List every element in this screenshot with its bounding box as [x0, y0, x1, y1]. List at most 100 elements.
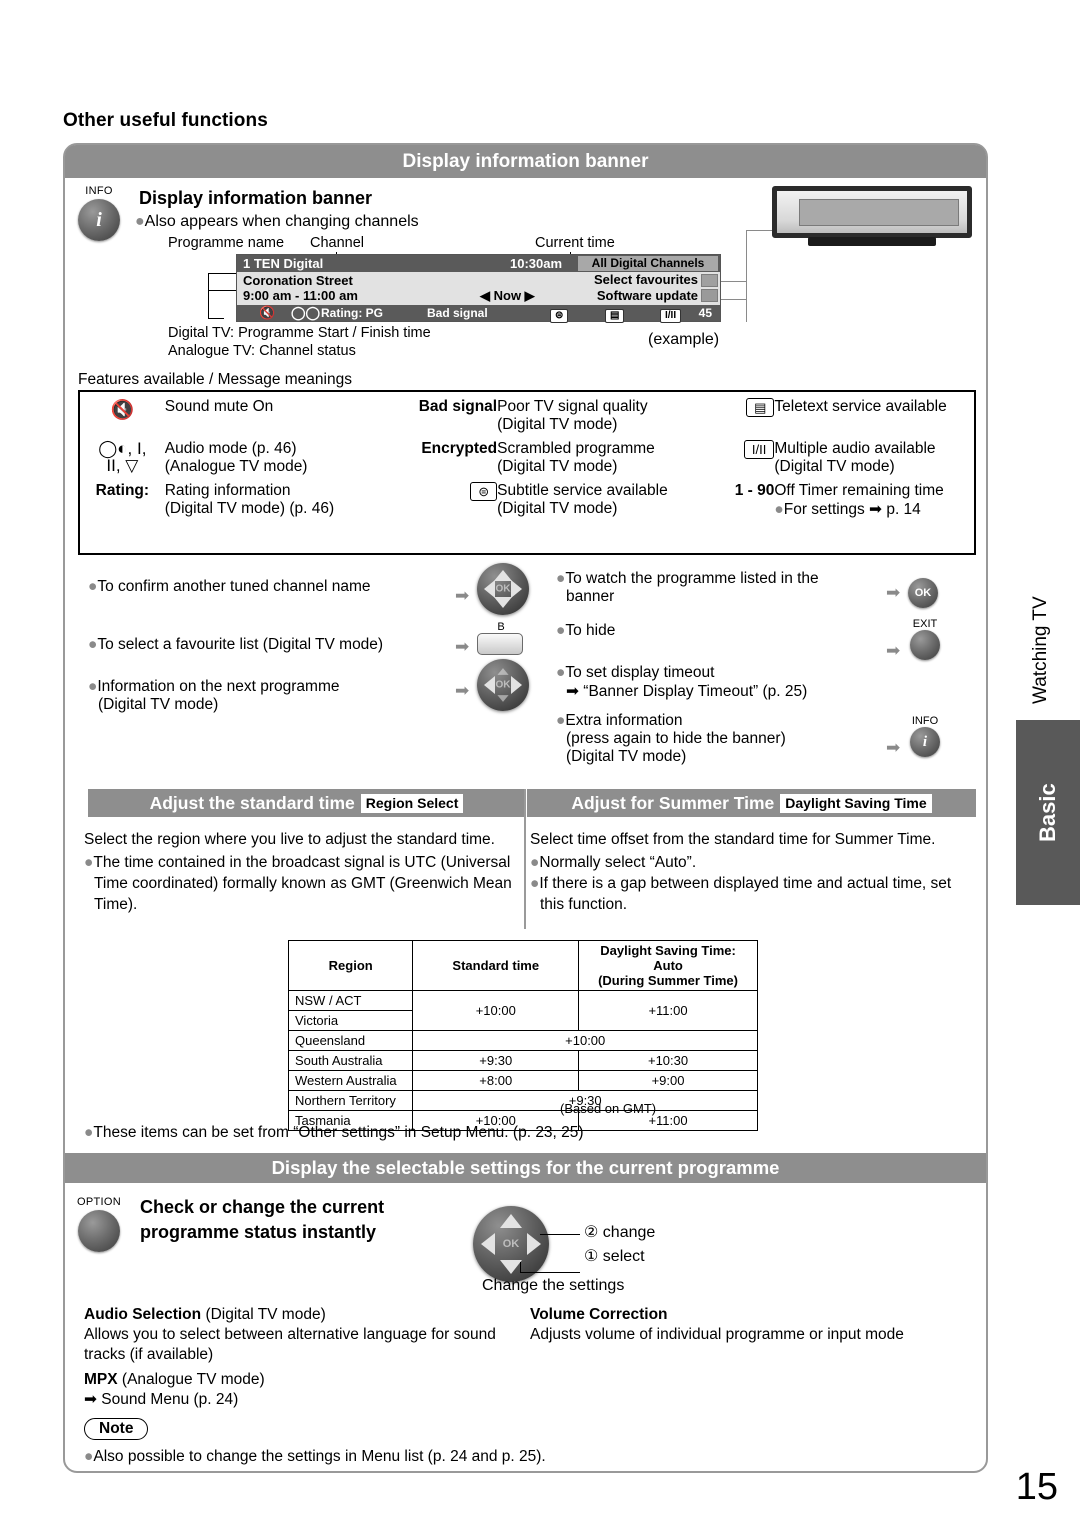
header-region-select: Adjust the standard time Region Select	[88, 789, 525, 817]
feature-text: Teletext service available	[774, 398, 947, 415]
option-title: Check or change the current programme st…	[140, 1197, 385, 1242]
tv-info-banner: 1 TEN Digital 10:30am All Digital Channe…	[236, 254, 721, 323]
audio-selection-block: Audio Selection (Digital TV mode) Allows…	[84, 1305, 524, 1365]
tv-stand	[808, 237, 936, 246]
mpx-reference: ➡ Sound Menu (p. 24)	[84, 1391, 239, 1408]
cell-region: Queensland	[287, 1030, 414, 1051]
cell-standard: +8:00	[412, 1070, 580, 1091]
subtitle-icon: ⊜	[392, 476, 498, 519]
leader-line-vertical	[208, 273, 209, 319]
tv-illustration	[772, 186, 972, 248]
leader-select-v	[520, 1262, 521, 1273]
page-heading: Other useful functions	[63, 110, 268, 131]
table-row: South Australia +9:30 +10:30	[287, 1050, 758, 1071]
feature-symbol-bold: Encrypted	[421, 440, 498, 457]
table-row: ◯◐, I, II, ▽ Audio mode (p. 46) (Analogu…	[80, 434, 974, 476]
banner-select-favourites[interactable]: Select favourites	[594, 272, 698, 287]
callout-channel: Channel	[310, 235, 365, 251]
table-row: Western Australia +8:00 +9:00	[287, 1070, 758, 1091]
leader-change	[540, 1234, 580, 1235]
feature-text: Poor TV signal quality (Digital TV mode)	[497, 398, 648, 433]
ok-button[interactable]: OK	[908, 578, 938, 608]
feature-text: Rating information (Digital TV mode) (p.…	[164, 482, 335, 517]
leader-tv-vertical	[746, 230, 747, 322]
option-button[interactable]	[78, 1210, 120, 1252]
list-item: ●Extra information (press again to hide …	[556, 712, 786, 765]
exit-button[interactable]	[910, 630, 940, 660]
banner-software-update[interactable]: Software update	[597, 288, 698, 303]
banner-all-channels[interactable]: All Digital Channels	[578, 256, 718, 271]
banner-row-middle: Coronation Street 9:00 am - 11:00 am ◀ N…	[237, 272, 720, 305]
mute-icon: 🔇	[110, 400, 135, 421]
option-key-group[interactable]: OPTION	[68, 1196, 130, 1252]
table-row: 🔇 Sound mute On Bad signal Poor TV signa…	[80, 392, 974, 434]
banner-now-selector[interactable]: ◀ Now ▶	[480, 288, 535, 304]
tv-banner-highlight	[799, 199, 959, 226]
table-row: Queensland +10:00	[287, 1030, 758, 1051]
audio-selection-body: Allows you to select between alternative…	[84, 1326, 496, 1363]
features-table: 🔇 Sound mute On Bad signal Poor TV signa…	[78, 390, 976, 555]
callout-analogue-status: Analogue TV: Channel status	[168, 343, 356, 359]
list-item: ●To set display timeout ➡ “Banner Displa…	[556, 664, 808, 700]
region-select-body: Select the region where you live to adju…	[84, 829, 518, 915]
b-button[interactable]	[477, 633, 523, 655]
leader-select	[520, 1272, 580, 1273]
list-item: ●Information on the next programme (Digi…	[88, 678, 340, 713]
cell-dst: +10:30	[578, 1050, 758, 1071]
feature-subnote: ●For settings ➡ p. 14	[774, 501, 921, 518]
note-text: ●Also possible to change the settings in…	[84, 1448, 546, 1465]
list-item: ●If there is a gap between displayed tim…	[530, 875, 952, 913]
table-header-row: Region Standard time Daylight Saving Tim…	[287, 940, 758, 991]
cell-standard: +10:00	[412, 990, 580, 1031]
arrow-icon: ➡	[455, 586, 470, 605]
table-row: Rating: Rating information (Digital TV m…	[80, 476, 974, 519]
feature-text: Scrambled programme (Digital TV mode)	[497, 440, 655, 475]
arrow-icon: ➡	[455, 637, 470, 656]
list-item: ●To confirm another tuned channel name	[88, 578, 371, 595]
banner-row-top: 1 TEN Digital 10:30am All Digital Channe…	[237, 255, 720, 272]
side-tab-watching-tv: Watching TV	[1030, 596, 1051, 704]
arrow-icon: ➡	[455, 681, 470, 700]
volume-correction-title: Volume Correction	[530, 1306, 668, 1323]
bullet-dot: ●	[135, 213, 145, 230]
leader-tv-sf	[721, 281, 747, 282]
cell-region: Northern Territory	[287, 1090, 414, 1111]
note-label: Note	[84, 1418, 149, 1440]
feature-text: Multiple audio available (Digital TV mod…	[774, 440, 936, 475]
dpad-leftright-icon[interactable]: OK	[477, 659, 529, 711]
dpad-icon[interactable]: OK	[473, 1206, 549, 1282]
cell-dst: +11:00	[578, 990, 758, 1031]
banner-off-timer: 45	[698, 306, 712, 320]
banner-update-swatch	[701, 289, 718, 302]
list-item: ●To watch the programme listed in the ba…	[556, 570, 819, 605]
feature-symbol-rating: Rating:	[95, 482, 150, 499]
banner-row-bottom: 🔇 ◯◯ Rating: PG Bad signal ⊜ ▤ I/II 45	[237, 305, 720, 323]
dpad-caption: Change the settings	[482, 1277, 625, 1294]
info-key-group[interactable]: INFO i	[70, 185, 128, 241]
table-row: Northern Territory +9:30	[287, 1090, 758, 1111]
banner-channel: 1 TEN Digital	[243, 256, 324, 271]
leader-line-progtime	[208, 290, 238, 291]
leader-tv-su	[721, 299, 747, 300]
cell-region: South Australia	[287, 1050, 414, 1071]
multi-audio-icon: I/II	[699, 434, 775, 476]
manual-page: Other useful functions Display informati…	[0, 0, 1080, 1527]
b-button-group[interactable]: B	[477, 622, 525, 655]
callout-digital-start-finish: Digital TV: Programme Start / Finish tim…	[168, 325, 431, 341]
info-icon: i	[910, 727, 940, 757]
audio-mode-icon: ◯◯	[291, 305, 321, 320]
column-divider	[524, 789, 526, 929]
info-button-group[interactable]: INFO i	[905, 715, 945, 757]
cell-region: NSW / ACT	[287, 990, 414, 1011]
actions-left-column: ●To confirm another tuned channel name ●…	[88, 578, 448, 720]
table-row: NSW / ACT +10:00 +11:00	[287, 990, 758, 1031]
dpad-full-icon[interactable]: OK	[477, 563, 529, 615]
info-icon: i	[78, 199, 120, 241]
mpx-block: MPX (Analogue TV mode) ➡ Sound Menu (p. …	[84, 1370, 265, 1410]
banner-rating: Rating: PG	[321, 306, 383, 320]
exit-button-group[interactable]: EXIT	[905, 618, 945, 660]
side-tab-basic: Basic	[1016, 720, 1080, 905]
exit-button-label: EXIT	[912, 618, 938, 630]
info-key-label: INFO	[85, 185, 113, 197]
arrow-icon: ➡	[886, 583, 901, 602]
